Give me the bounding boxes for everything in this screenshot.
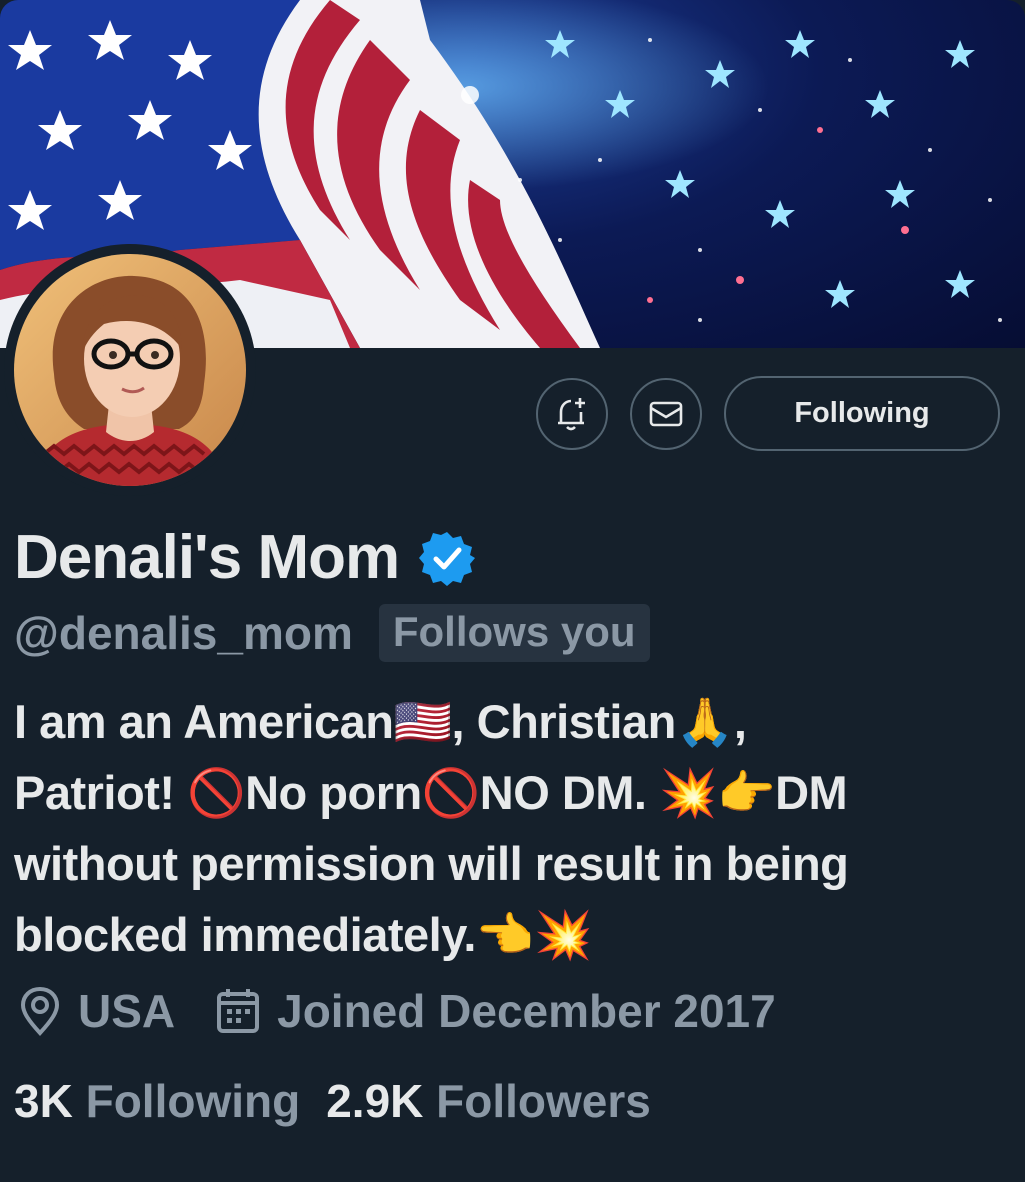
following-label: Following bbox=[85, 1075, 301, 1127]
joined-item: Joined December 2017 bbox=[215, 984, 776, 1038]
followers-label: Followers bbox=[436, 1075, 651, 1127]
profile-meta: USA Joined December 2017 bbox=[18, 984, 816, 1038]
prohibited-emoji-icon: 🚫 bbox=[187, 766, 246, 819]
username-handle: @denalis_mom bbox=[14, 607, 353, 659]
notify-button[interactable] bbox=[536, 377, 608, 450]
envelope-icon bbox=[649, 401, 683, 426]
avatar-border bbox=[4, 244, 256, 496]
us-flag-emoji-icon: 🇺🇸 bbox=[393, 695, 452, 748]
bio-text: NO DM. bbox=[479, 766, 660, 819]
bio-line-3: without permission will result in being bbox=[14, 837, 849, 890]
following-count: 3K bbox=[14, 1075, 73, 1127]
followers-count-link[interactable]: 2.9K Followers bbox=[326, 1074, 651, 1128]
bio-text: DM bbox=[775, 766, 848, 819]
message-button[interactable] bbox=[630, 377, 702, 450]
location-text: USA bbox=[78, 985, 176, 1037]
follow-stats: 3K Following 2.9K Followers bbox=[14, 1074, 677, 1128]
location-pin-icon bbox=[20, 986, 60, 1036]
bio-text: Patriot! bbox=[14, 766, 188, 819]
collision-emoji-icon: 💥 bbox=[533, 908, 593, 961]
handle-row: @denalis_mom Follows you bbox=[14, 604, 650, 662]
avatar[interactable] bbox=[14, 254, 246, 486]
profile-actions: Following bbox=[536, 376, 1000, 451]
pointing-left-emoji-icon: 👈 bbox=[475, 908, 535, 961]
profile-page: Following Denali's Mom @denalis_mom Foll… bbox=[0, 0, 1025, 1182]
bio-line-4: blocked immediately.👈💥 bbox=[14, 899, 1004, 970]
bio-line-1: I am an American🇺🇸, Christian🙏, bbox=[14, 686, 1004, 757]
following-button[interactable]: Following bbox=[724, 376, 1000, 451]
display-name: Denali's Mom bbox=[14, 523, 400, 592]
bio-text: , bbox=[733, 695, 747, 748]
pointing-right-emoji-icon: 👉 bbox=[717, 766, 776, 819]
bell-plus-icon bbox=[558, 397, 585, 430]
bio-text: , Christian bbox=[451, 695, 677, 748]
profile-bio: I am an American🇺🇸, Christian🙏, Patriot!… bbox=[14, 686, 1004, 970]
verified-badge-icon[interactable] bbox=[419, 530, 476, 586]
collision-emoji-icon: 💥 bbox=[659, 766, 718, 819]
calendar-icon bbox=[217, 989, 260, 1033]
bio-line-2: Patriot! 🚫No porn🚫NO DM. 💥👉DM bbox=[14, 757, 1004, 828]
bio-text: I am an American bbox=[14, 695, 394, 748]
praying-hands-emoji-icon: 🙏 bbox=[675, 695, 735, 748]
location-item: USA bbox=[18, 984, 175, 1038]
prohibited-emoji-icon: 🚫 bbox=[421, 766, 481, 819]
bio-text: No porn bbox=[245, 766, 422, 819]
follows-you-badge: Follows you bbox=[378, 604, 650, 662]
followers-count: 2.9K bbox=[326, 1075, 424, 1127]
profile-name-row: Denali's Mom bbox=[14, 522, 476, 593]
following-count-link[interactable]: 3K Following bbox=[14, 1074, 300, 1128]
avatar-cartoon-woman-image bbox=[14, 254, 246, 486]
joined-date-text: Joined December 2017 bbox=[277, 985, 776, 1037]
bio-text: blocked immediately. bbox=[14, 908, 476, 961]
